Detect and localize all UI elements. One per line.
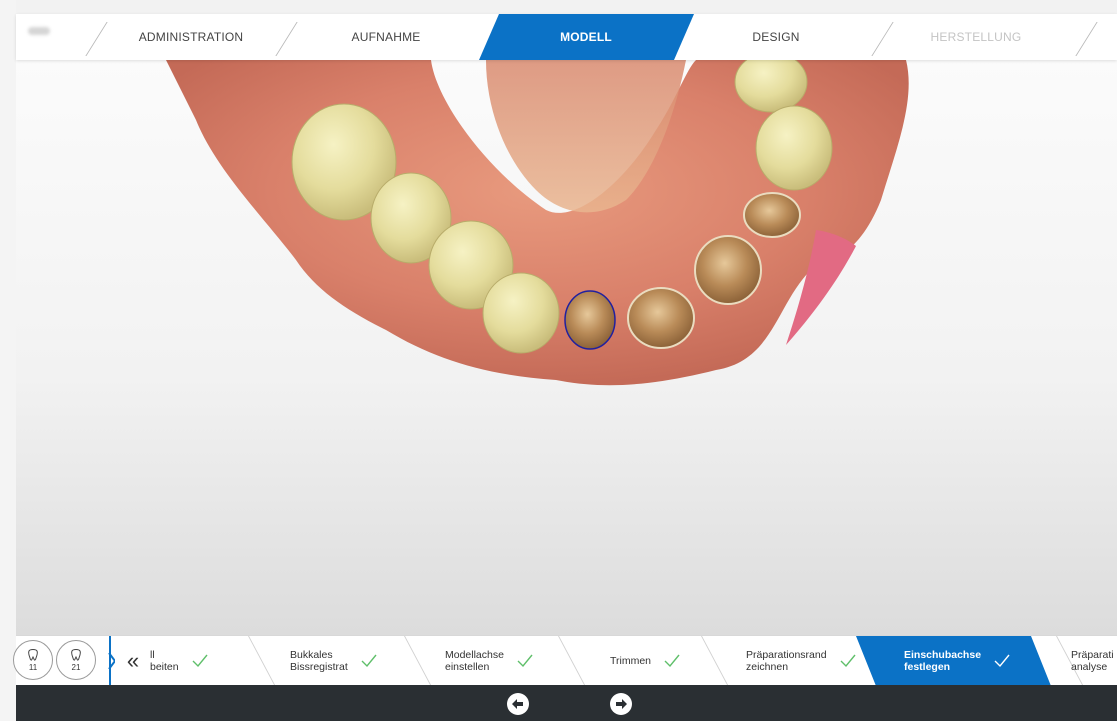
- arrow-right-icon: [616, 699, 627, 709]
- step-label: Modellachse einstellen: [445, 649, 504, 673]
- check-icon: [361, 654, 377, 668]
- step-praeparationsanalyse[interactable]: Präparati analyse: [1071, 636, 1117, 686]
- stage-separator: [871, 22, 894, 56]
- previous-step-button[interactable]: [507, 693, 529, 715]
- tooth-icon: [28, 648, 38, 661]
- tooth-icon: [71, 648, 81, 661]
- step-separator: [701, 636, 729, 686]
- stage-label: MODELL: [560, 30, 612, 44]
- arrow-left-icon: [512, 699, 523, 709]
- stage-separator: [275, 22, 298, 56]
- step-bar: 11 21 « ll beiten Bukkales Bissregistrat…: [13, 635, 1117, 686]
- step-bukkales-bissregistrat[interactable]: Bukkales Bissregistrat: [290, 636, 378, 686]
- step-separator: [558, 636, 586, 686]
- check-icon: [664, 654, 680, 668]
- step-separator: [404, 636, 432, 686]
- step-label: Einschubachse festlegen: [904, 649, 982, 673]
- logo: [28, 27, 50, 35]
- step-label: Präparati analyse: [1071, 649, 1114, 673]
- step-label: Präparationsrand zeichnen: [746, 649, 827, 673]
- dental-model-3d[interactable]: [16, 60, 1117, 635]
- tooth-21-button[interactable]: 21: [56, 640, 96, 680]
- tooth-11-button[interactable]: 11: [13, 640, 53, 680]
- check-icon: [994, 654, 1010, 668]
- stage-separator: [1075, 22, 1098, 56]
- step-label: ll beiten: [150, 649, 179, 673]
- stage-aufnahme[interactable]: AUFNAHME: [306, 14, 466, 60]
- step-label: Trimmen: [610, 655, 652, 667]
- collapse-steps-button[interactable]: «: [116, 644, 150, 678]
- step-trimmen[interactable]: Trimmen: [610, 636, 681, 686]
- step-label: Bukkales Bissregistrat: [290, 649, 348, 673]
- left-edge: [0, 0, 16, 721]
- check-icon: [192, 654, 208, 668]
- stage-administration[interactable]: ADMINISTRATION: [111, 14, 271, 60]
- check-icon: [840, 654, 856, 668]
- next-step-button[interactable]: [610, 693, 632, 715]
- chevron-double-left-icon: «: [126, 648, 140, 673]
- model-viewport[interactable]: [16, 60, 1117, 635]
- stage-label: DESIGN: [752, 30, 800, 44]
- step-einschubachse-festlegen[interactable]: Einschubachse festlegen: [904, 636, 1011, 686]
- stage-design[interactable]: DESIGN: [696, 14, 856, 60]
- stage-label: HERSTELLUNG: [930, 30, 1022, 44]
- step-modellachse-einstellen[interactable]: Modellachse einstellen: [445, 636, 534, 686]
- divider-notch: [108, 653, 115, 669]
- stage-modell[interactable]: MODELL: [506, 14, 666, 60]
- stage-separator: [85, 22, 108, 56]
- step-praeparationsrand-zeichnen[interactable]: Präparationsrand zeichnen: [746, 636, 857, 686]
- step-modell-bearbeiten[interactable]: ll beiten: [150, 636, 209, 686]
- stage-label: ADMINISTRATION: [138, 30, 244, 44]
- app-window: ADMINISTRATION AUFNAHME MODELL DESIGN HE…: [0, 0, 1117, 721]
- tooth-number: 21: [71, 662, 81, 672]
- process-bar: ADMINISTRATION AUFNAHME MODELL DESIGN HE…: [16, 14, 1117, 60]
- check-icon: [517, 654, 533, 668]
- step-separator: [248, 636, 276, 686]
- stage-label: AUFNAHME: [351, 30, 421, 44]
- stage-herstellung: HERSTELLUNG: [896, 14, 1056, 60]
- tooth-number: 11: [28, 662, 38, 672]
- footer-bar: [16, 685, 1117, 721]
